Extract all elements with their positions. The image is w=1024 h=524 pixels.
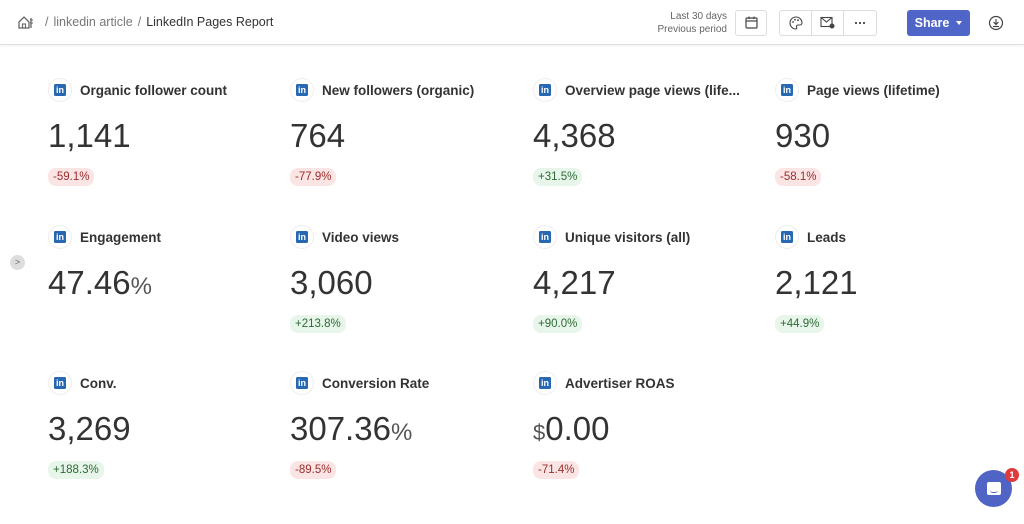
metric-title: Unique visitors (all): [565, 229, 691, 245]
metric-unit: %: [390, 419, 413, 446]
metric-unit: %: [130, 273, 152, 300]
metric-card[interactable]: in Organic follower count 1,141 -59.1%: [48, 78, 278, 186]
email-schedule-icon: [820, 16, 835, 29]
linkedin-icon: in: [533, 225, 557, 249]
change-badge: +44.9%: [775, 315, 825, 333]
metric-value: 4,368: [533, 118, 763, 154]
metric-title: Conv.: [80, 375, 117, 391]
metric-card[interactable]: in Advertiser ROAS $0.00 -71.4%: [533, 371, 763, 479]
metric-card[interactable]: in Engagement 47.46%: [48, 225, 278, 301]
metric-number: 2,121: [775, 264, 858, 301]
metric-value: 1,141: [48, 118, 278, 154]
change-badge: -77.9%: [290, 168, 337, 186]
metric-title: Leads: [807, 229, 847, 245]
metric-card[interactable]: in Conversion Rate 307.36% -89.5%: [290, 371, 520, 479]
breadcrumb-separator: /: [45, 15, 49, 29]
linkedin-icon: in: [533, 371, 557, 395]
change-badge: -59.1%: [48, 168, 95, 186]
metric-card[interactable]: in Video views 3,060 +213.8%: [290, 225, 520, 333]
linkedin-icon: in: [775, 225, 799, 249]
metric-number: 764: [290, 117, 346, 154]
metric-value: 2,121: [775, 265, 1005, 301]
metric-title: Overview page views (life...: [565, 82, 740, 98]
metric-title: Organic follower count: [80, 82, 228, 98]
metric-number: 0.00: [545, 410, 610, 447]
change-badge: +31.5%: [533, 168, 583, 186]
linkedin-icon: in: [290, 78, 314, 102]
change-badge: -89.5%: [290, 461, 337, 479]
schedule-email-button[interactable]: [812, 10, 844, 35]
metric-value: 307.36%: [290, 411, 520, 447]
change-badge: +188.3%: [48, 461, 104, 479]
metric-number: 1,141: [48, 117, 131, 154]
linkedin-icon: in: [290, 225, 314, 249]
top-bar: / linkedin article / LinkedIn Pages Repo…: [0, 0, 1024, 45]
metric-number: 47.46: [48, 264, 131, 301]
linkedin-icon: in: [48, 78, 72, 102]
breadcrumb-current: LinkedIn Pages Report: [146, 15, 274, 29]
metric-value: 47.46%: [48, 265, 278, 301]
metric-number: 4,368: [533, 117, 616, 154]
metric-card[interactable]: in New followers (organic) 764 -77.9%: [290, 78, 520, 186]
metric-card[interactable]: in Leads 2,121 +44.9%: [775, 225, 1005, 333]
change-badge: +213.8%: [290, 315, 346, 333]
home-icon[interactable]: [18, 15, 34, 29]
metric-value: $0.00: [533, 411, 763, 447]
share-button[interactable]: Share: [907, 9, 970, 36]
metric-number: 930: [775, 117, 831, 154]
more-button[interactable]: [844, 11, 876, 35]
metric-title: New followers (organic): [322, 82, 475, 98]
change-badge: -58.1%: [775, 168, 822, 186]
metric-value: 3,060: [290, 265, 520, 301]
linkedin-icon: in: [48, 225, 72, 249]
date-range[interactable]: Last 30 days Previous period: [658, 10, 727, 36]
share-label: Share: [914, 15, 950, 30]
breadcrumb: / linkedin article / LinkedIn Pages Repo…: [18, 15, 273, 29]
sidebar-toggle[interactable]: >: [10, 255, 25, 270]
metric-value: 930: [775, 118, 1005, 154]
date-range-compare: Previous period: [657, 23, 727, 35]
metric-card[interactable]: in Conv. 3,269 +188.3%: [48, 371, 278, 479]
metric-number: 4,217: [533, 264, 616, 301]
chat-launcher[interactable]: 1: [975, 468, 1019, 507]
linkedin-icon: in: [48, 371, 72, 395]
chat-unread-badge: 1: [1005, 468, 1019, 482]
change-badge: +90.0%: [533, 315, 583, 333]
calendar-icon: [744, 16, 758, 29]
metric-card[interactable]: in Overview page views (life... 4,368 +3…: [533, 78, 763, 186]
metric-number: 3,060: [290, 264, 373, 301]
metric-title: Engagement: [80, 229, 162, 245]
metric-number: 307.36: [290, 410, 391, 447]
breadcrumb-separator: /: [137, 15, 142, 29]
calendar-button[interactable]: [735, 9, 767, 36]
metric-value: 764: [290, 118, 520, 154]
change-badge: -71.4%: [533, 461, 580, 479]
metric-card[interactable]: in Page views (lifetime) 930 -58.1%: [775, 78, 1005, 186]
theme-button[interactable]: [780, 10, 812, 35]
linkedin-icon: in: [775, 78, 799, 102]
metric-card[interactable]: in Unique visitors (all) 4,217 +90.0%: [533, 225, 763, 333]
metric-number: 3,269: [48, 410, 131, 447]
linkedin-icon: in: [290, 371, 314, 395]
download-icon[interactable]: [988, 15, 1004, 31]
metric-value: 3,269: [48, 411, 278, 447]
action-group: [779, 9, 877, 36]
chat-icon: [986, 482, 1001, 495]
metric-title: Advertiser ROAS: [565, 375, 675, 391]
date-range-primary: Last 30 days: [670, 10, 727, 22]
metric-value: 4,217: [533, 265, 763, 301]
breadcrumb-folder[interactable]: linkedin article: [53, 15, 132, 29]
linkedin-icon: in: [533, 78, 557, 102]
metric-title: Video views: [322, 229, 400, 245]
more-icon: [854, 21, 866, 24]
chevron-down-icon: [956, 20, 963, 25]
metric-title: Page views (lifetime): [807, 82, 940, 98]
metric-prefix: $: [533, 420, 546, 445]
palette-icon: [788, 15, 803, 30]
metric-title: Conversion Rate: [322, 375, 430, 391]
